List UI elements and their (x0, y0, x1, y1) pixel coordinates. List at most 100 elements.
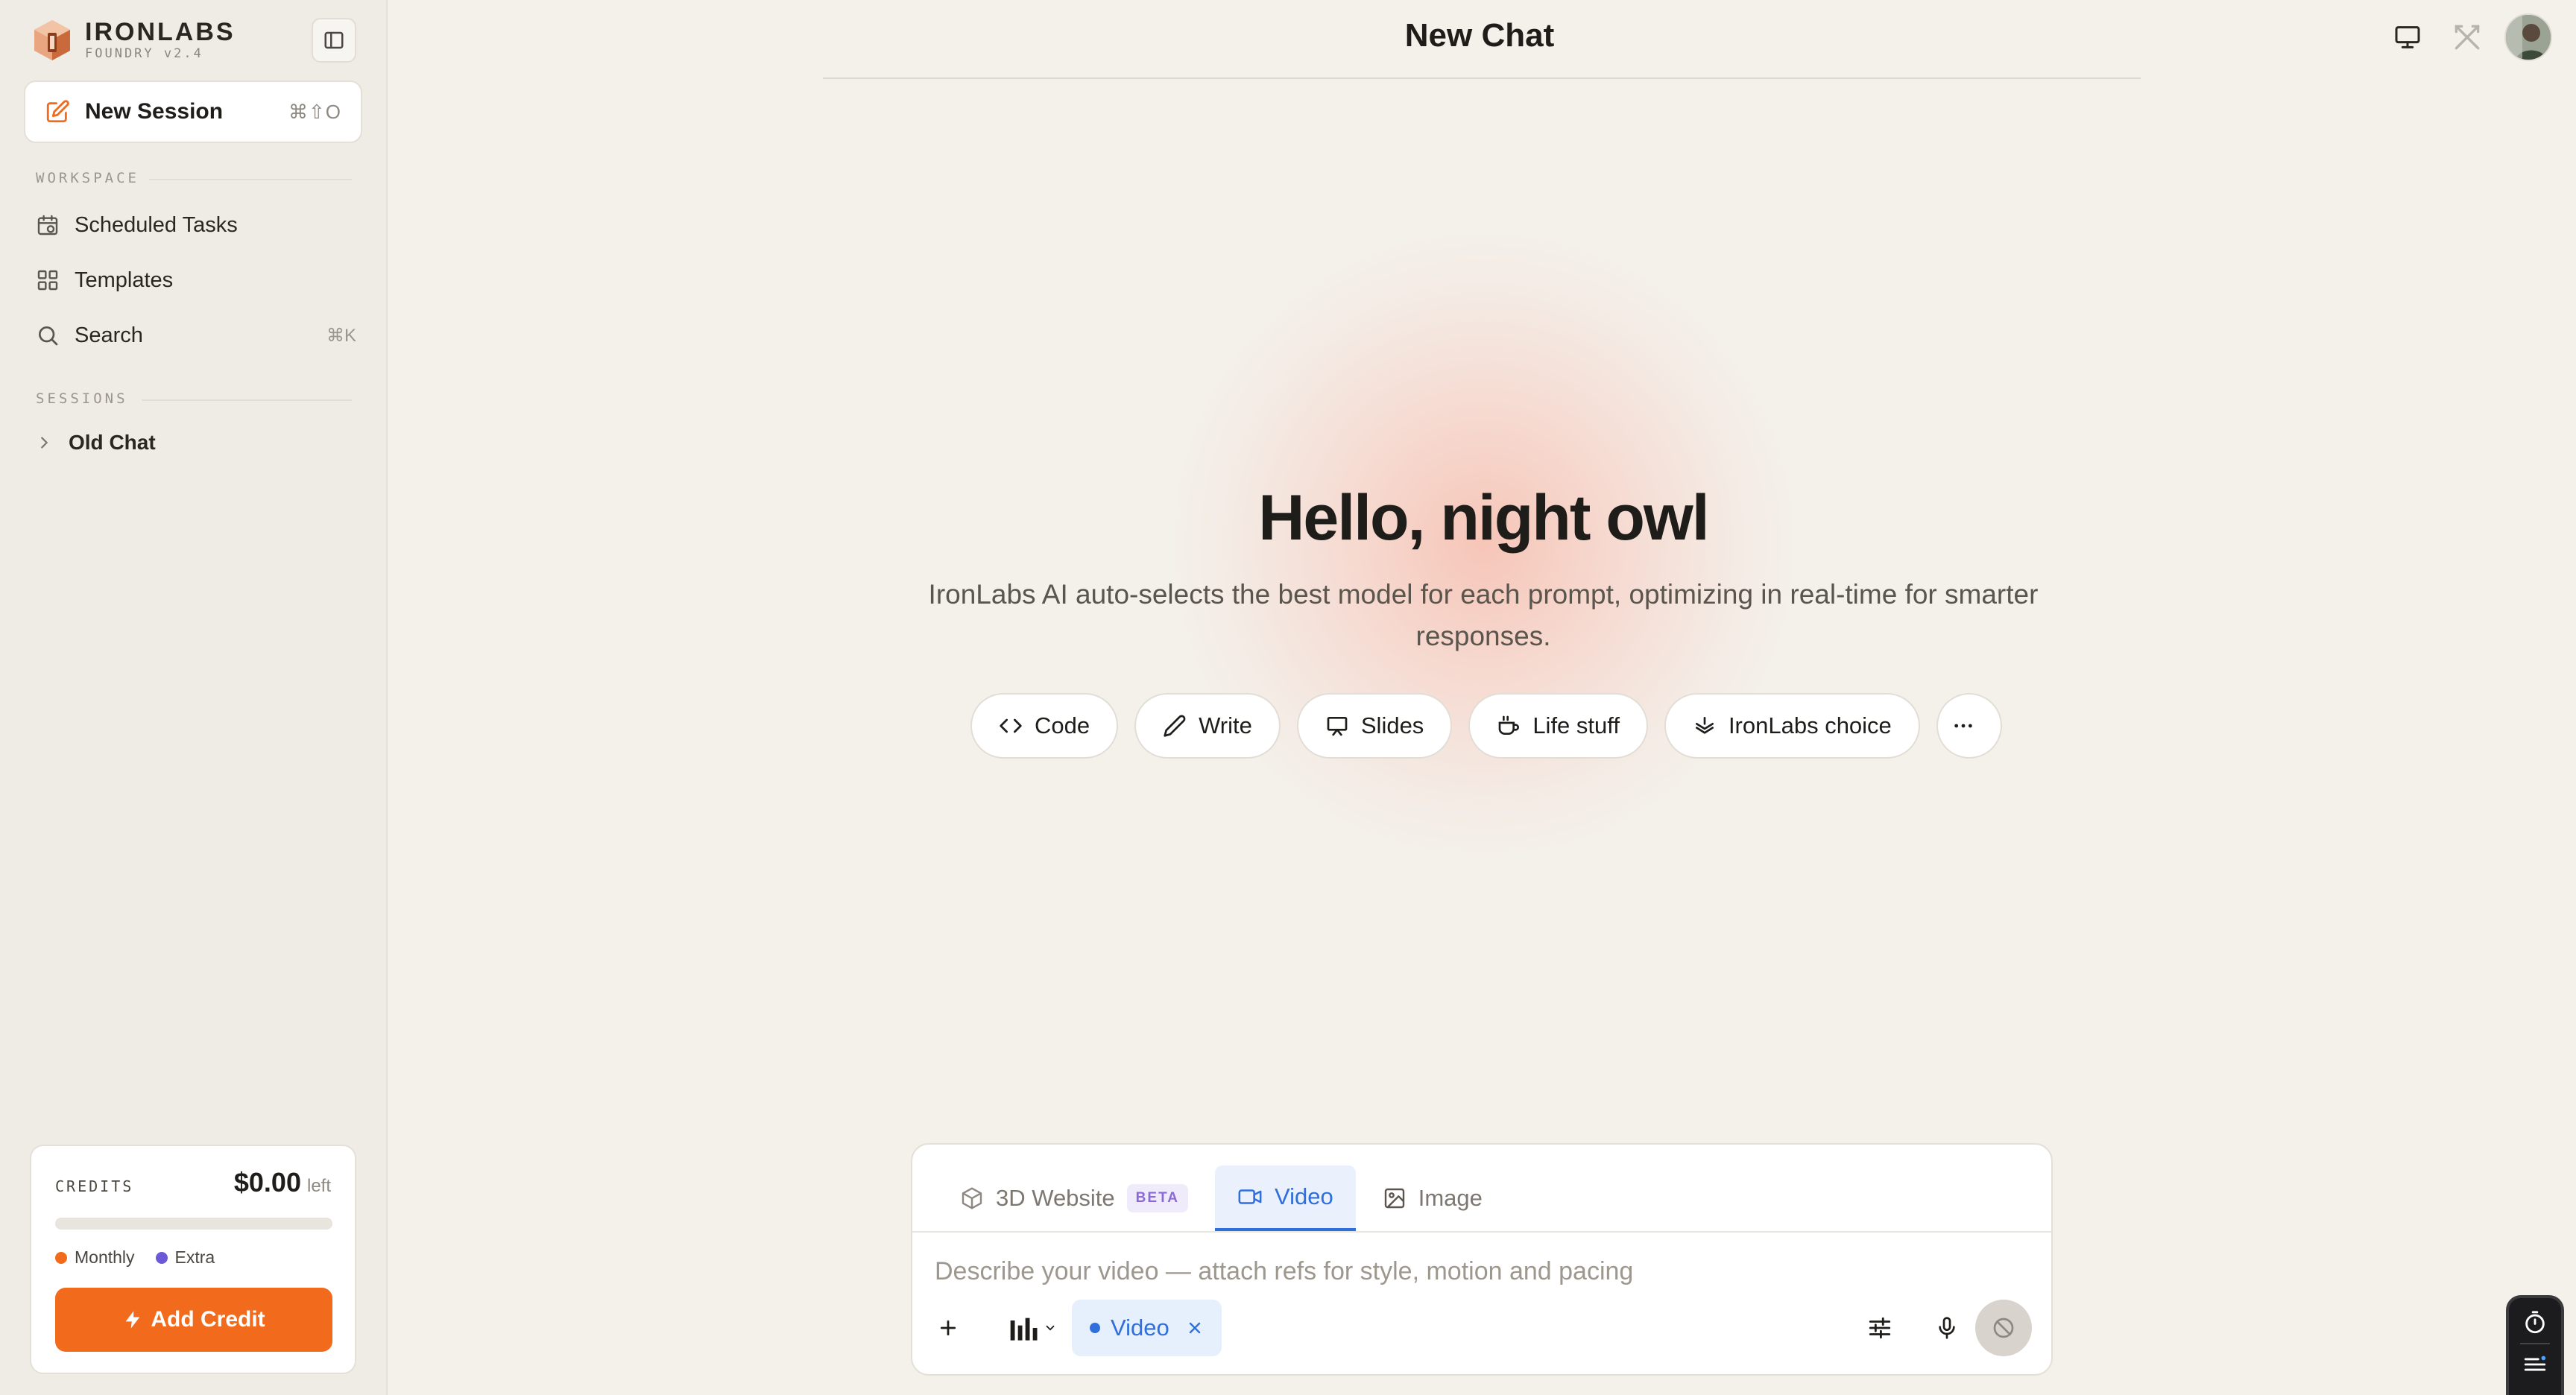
chip-life-stuff[interactable]: Life stuff (1468, 693, 1648, 759)
edit-icon (46, 100, 69, 123)
hexagon-logo-icon (34, 20, 70, 60)
send-button[interactable] (1975, 1300, 2032, 1356)
calendar-clock-icon (37, 215, 58, 235)
list-icon (2524, 1356, 2546, 1371)
disabled-icon (1993, 1318, 2014, 1338)
model-selector-button[interactable] (1003, 1304, 1063, 1352)
tab-image[interactable]: Image (1360, 1165, 1505, 1231)
attach-button[interactable] (924, 1304, 972, 1352)
sidebar-item-label: Search (75, 323, 143, 347)
tab-label: 3D Website (996, 1185, 1115, 1211)
tab-3d-website[interactable]: 3D Website BETA (938, 1165, 1210, 1231)
plus-icon (940, 1320, 956, 1336)
legend-monthly-label: Monthly (75, 1247, 135, 1267)
credits-suffix: left (306, 1176, 331, 1196)
sessions-section-label: SESSIONS (36, 390, 128, 407)
floating-widget[interactable] (2506, 1295, 2564, 1395)
video-camera-icon (1238, 1189, 1262, 1204)
session-item-old-chat[interactable]: Old Chat (36, 422, 156, 464)
image-icon (1384, 1188, 1404, 1209)
chip-code[interactable]: Code (970, 693, 1119, 759)
add-credit-button[interactable]: Add Credit (55, 1288, 332, 1352)
tab-video[interactable]: Video (1214, 1165, 1356, 1231)
sidebar-toggle-button[interactable] (312, 18, 356, 63)
credits-value: $0.00 (233, 1167, 301, 1198)
composer: 3D Website BETA Video Image Describe you… (911, 1143, 2053, 1376)
settings-button[interactable] (1856, 1304, 1904, 1352)
extra-dot (155, 1251, 168, 1264)
tab-label: Video (1274, 1183, 1333, 1209)
sidebar-item-label: Scheduled Tasks (75, 212, 238, 237)
chip-ironlabs-choice[interactable]: IronLabs choice (1664, 693, 1920, 759)
sidebar-item-search[interactable]: Search ⌘K (36, 313, 356, 358)
hero-subtitle-line: responses. (1415, 621, 1551, 651)
mode-pill-label: Video (1111, 1315, 1169, 1341)
code-icon (1000, 718, 1022, 733)
chip-label: Write (1199, 712, 1252, 738)
suggestion-chips: Code Write Slides Life stuff IronLabs ch… (970, 693, 2018, 759)
lightning-icon (125, 1311, 140, 1329)
hero-title: Hello, night owl (1258, 482, 1709, 554)
monitor-icon (2395, 26, 2420, 48)
hero-subtitle: IronLabs AI auto-selects the best model … (902, 574, 2065, 657)
avatar-image (2506, 15, 2551, 60)
beta-badge: BETA (1126, 1184, 1188, 1212)
microphone-icon (1939, 1317, 1955, 1339)
tools-button[interactable] (2446, 16, 2488, 58)
chip-label: Slides (1360, 712, 1424, 738)
credits-legend: Monthly Extra (55, 1247, 236, 1268)
bar-chart-icon (1010, 1318, 1038, 1341)
composer-divider (912, 1231, 2051, 1233)
section-divider (142, 399, 352, 401)
sidebar: IRONLABS FOUNDRY v2.4 New Session ⌘⇧O WO… (0, 0, 388, 1395)
presentation-icon (1327, 717, 1348, 736)
mode-dot (1090, 1323, 1100, 1333)
new-session-label: New Session (85, 99, 224, 124)
composer-tabs: 3D Website BETA Video Image (938, 1165, 1509, 1231)
layers-icon (1695, 717, 1714, 734)
pencil-icon (1164, 715, 1186, 737)
sidebar-panel-icon (324, 31, 344, 49)
sidebar-item-templates[interactable]: Templates (36, 258, 356, 303)
credits-card: CREDITS $0.00 left Monthly Extra Add Cre… (30, 1145, 356, 1374)
header-divider (823, 78, 2141, 79)
sidebar-item-label: Templates (75, 268, 174, 292)
close-icon[interactable] (1186, 1319, 1204, 1337)
chip-slides[interactable]: Slides (1296, 693, 1453, 759)
brand[interactable]: IRONLABS FOUNDRY v2.4 (30, 16, 236, 64)
page-title: New Chat (1404, 17, 1555, 54)
search-shortcut: ⌘K (326, 325, 356, 346)
section-divider (149, 179, 352, 180)
mode-pill-video[interactable]: Video (1072, 1300, 1222, 1356)
tab-label: Image (1418, 1185, 1483, 1211)
chip-label: IronLabs choice (1728, 712, 1892, 738)
stopwatch-icon (2525, 1311, 2545, 1334)
prompt-input[interactable] (935, 1249, 2023, 1294)
avatar[interactable] (2504, 13, 2552, 61)
credits-amount: $0.00 left (234, 1167, 331, 1198)
new-session-button[interactable]: New Session ⌘⇧O (24, 80, 362, 143)
more-horizontal-icon (1954, 724, 1972, 728)
chip-label: Life stuff (1532, 712, 1620, 738)
brand-version: FOUNDRY v2.4 (85, 46, 203, 61)
widget-divider (2520, 1343, 2550, 1344)
coffee-cup-icon (1498, 715, 1520, 735)
grid-icon (37, 270, 58, 291)
new-session-shortcut: ⌘⇧O (288, 100, 341, 123)
chip-more[interactable] (1936, 693, 2002, 759)
monthly-dot (55, 1251, 67, 1264)
monitor-button[interactable] (2387, 16, 2428, 58)
brand-name: IRONLABS (85, 18, 236, 46)
sidebar-item-scheduled-tasks[interactable]: Scheduled Tasks (36, 203, 356, 247)
chip-write[interactable]: Write (1134, 693, 1281, 759)
chevron-right-icon (41, 437, 48, 449)
sliders-icon (1869, 1317, 1891, 1339)
search-icon (39, 326, 58, 346)
credits-progress-bar (55, 1218, 332, 1230)
add-credit-label: Add Credit (151, 1307, 265, 1332)
workspace-section-label: WORKSPACE (36, 170, 139, 186)
chip-label: Code (1035, 712, 1090, 738)
session-label: Old Chat (69, 431, 156, 454)
credits-label: CREDITS (55, 1177, 134, 1195)
microphone-button[interactable] (1923, 1304, 1971, 1352)
